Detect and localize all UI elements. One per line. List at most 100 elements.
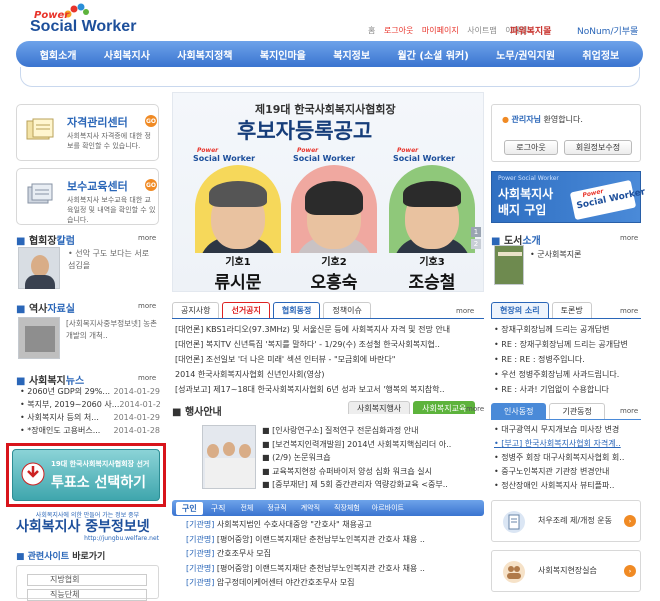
- nav-item-jobs[interactable]: 취업정보: [582, 47, 619, 62]
- events-more-link[interactable]: more: [466, 405, 484, 413]
- professional-org-select[interactable]: 직능단체: [27, 589, 147, 601]
- ordinance-go-icon: ›: [624, 515, 636, 527]
- ordinance-campaign-link[interactable]: 처우조례 제/개정 운동 ›: [491, 500, 641, 542]
- list-item[interactable]: [대언론] 조선일보 '더 나은 미래' 섹션 인터뷰 - "모금회에 바란다": [175, 352, 481, 367]
- history-title[interactable]: ■ 역사자료실: [16, 300, 75, 315]
- tab-fulltime[interactable]: 정규직: [260, 503, 293, 513]
- nav-item-magazine[interactable]: 월간 (소셜 워커): [397, 47, 468, 62]
- tab-election-notice[interactable]: 선거공지: [222, 302, 270, 318]
- edu-go-button[interactable]: GO: [145, 179, 157, 191]
- list-item[interactable]: • 정병주 회장 대구사회복지사협회 회..: [494, 451, 640, 465]
- history-photo[interactable]: [18, 317, 60, 359]
- tab-association-news[interactable]: 협회동정: [272, 302, 321, 318]
- cert-center-title[interactable]: 자격관리센터: [67, 114, 128, 130]
- banner-page-1-button[interactable]: 1: [471, 227, 481, 237]
- list-item[interactable]: ■ [인사랑연구소] 질적연구 전문심화과정 안내: [262, 424, 482, 438]
- edu-center-title[interactable]: 보수교육센터: [67, 178, 128, 194]
- site-logo[interactable]: Social Worker: [30, 18, 136, 36]
- mypage-link[interactable]: 마이페이지: [422, 26, 459, 35]
- table-row[interactable]: [기관명] [평어중앙] 이랜드복지재단 춘천남부노인복지관 간호사 채용 ..: [186, 562, 482, 577]
- logout-link[interactable]: 로그아웃: [384, 26, 413, 35]
- tab-job-seek[interactable]: 구직: [203, 503, 234, 514]
- edit-profile-button[interactable]: 회원정보수정: [564, 140, 632, 155]
- sitemap-link[interactable]: 사이트맵: [467, 26, 496, 35]
- list-item[interactable]: [성과보고] 제17~18대 한국사회복지사협회 6년 성과 보고서 '행복의 …: [175, 382, 481, 397]
- practice-link[interactable]: 사회복지현장실습 ›: [491, 550, 641, 592]
- local-assoc-select[interactable]: 지방협회: [27, 574, 147, 586]
- table-row[interactable]: [기관명] 간호조무사 모집: [186, 547, 482, 562]
- events-photo[interactable]: [202, 425, 256, 489]
- tab-personnel[interactable]: 인사동정: [491, 403, 547, 419]
- tab-part-time[interactable]: 아르바이트: [367, 503, 409, 513]
- list-item[interactable]: • 대구광역시 무지개보습 미사장 변경: [494, 423, 640, 437]
- news-more-link[interactable]: more: [138, 374, 156, 382]
- list-item[interactable]: • 복지부, 2019~2060 사...2014-01-29: [20, 398, 160, 411]
- book-cover[interactable]: [494, 245, 524, 285]
- notice-divider: [172, 318, 484, 319]
- home-link[interactable]: 홈: [368, 26, 375, 35]
- list-item[interactable]: • 장재구회장님께 드리는 공개답변: [494, 322, 640, 337]
- book-item[interactable]: • 군사회복지론: [530, 248, 581, 262]
- list-item[interactable]: ■ (2/9) 논문워크숍: [262, 451, 482, 465]
- list-item[interactable]: [대언론] KBS1라디오(97.3MHz) 및 서울신문 등에 사회복지사 자…: [175, 322, 481, 337]
- table-row[interactable]: [기관명] [평어중앙] 이랜드복지재단 춘천남부노인복지관 간호사 채용 ..: [186, 533, 482, 548]
- tab-contract[interactable]: 계약직: [294, 503, 327, 513]
- hr-more-link[interactable]: more: [620, 407, 638, 415]
- nav-item-info[interactable]: 복지정보: [333, 47, 370, 62]
- notice-tabs: 공지사항 선거공지 협회동정 정책이슈: [172, 302, 374, 318]
- list-item[interactable]: 2014 한국사회복지사협회 신년인사회(영상): [175, 367, 481, 382]
- column-title[interactable]: ■ 협회장칼럼: [16, 232, 75, 247]
- column-more-link[interactable]: more: [138, 234, 156, 242]
- tab-field-voice[interactable]: 현장의 소리: [491, 302, 549, 318]
- tab-job-offer[interactable]: 구인: [176, 501, 203, 515]
- vote-station-button[interactable]: 19대 한국사회복지사협회장 선거 투표소 선택하기: [12, 449, 160, 501]
- welfare-mall-link[interactable]: 파워복지몰: [510, 24, 551, 37]
- list-item[interactable]: • RE : RE : 정병주입니다.: [494, 352, 640, 367]
- nav-item-social-worker[interactable]: 사회복지사: [104, 47, 150, 62]
- tab-welfare-events[interactable]: 사회복지행사: [348, 401, 411, 414]
- banner-page-2-button[interactable]: 2: [471, 239, 481, 249]
- tab-policy-issue[interactable]: 정책이슈: [323, 302, 371, 318]
- tab-work-experience[interactable]: 직장체험: [327, 503, 367, 513]
- list-item[interactable]: ■ 교육복지현장 슈퍼바이저 양성 심화 워크숍 실시: [262, 465, 482, 479]
- list-item[interactable]: • 중구노인복지관 기관장 변경안내: [494, 465, 640, 479]
- list-item[interactable]: ■ [보건복지인력개발원] 2014년 사회복지핵심리더 아..: [262, 438, 482, 452]
- logout-button[interactable]: 로그아웃: [504, 140, 558, 155]
- list-item[interactable]: • RE : 장재구회장님께 드리는 공개답변: [494, 337, 640, 352]
- election-banner[interactable]: 제19대 한국사회복지사협회장 후보자등록공고 Power Social Wor…: [172, 92, 484, 293]
- list-item[interactable]: • *장애인도 고용버스... 2014-01-28: [20, 424, 160, 437]
- books-more-link[interactable]: more: [620, 234, 638, 242]
- voice-more-link[interactable]: more: [620, 307, 638, 315]
- list-item[interactable]: • 2060년 GDP의 29%... 2014-01-29: [20, 385, 160, 398]
- tab-discussion[interactable]: 토론방: [551, 302, 592, 318]
- donation-mall-link[interactable]: NoNum/기부몰: [577, 24, 638, 37]
- nav-item-labor[interactable]: 노무/권익지원: [496, 47, 555, 62]
- list-item[interactable]: • RE : 사과! 기업없이 수용합니다: [494, 382, 640, 397]
- table-row[interactable]: [기관명] 압구정데이케어센터 야간간호조무사 모집: [186, 576, 482, 591]
- edu-center-box[interactable]: 보수교육센터 GO 사회복지사 보수교육 대한 교육일정 및 내역을 확인할 수…: [16, 168, 159, 225]
- nav-item-about[interactable]: 협회소개: [40, 47, 77, 62]
- jobnet-banner[interactable]: 사회복지사에 의한 만들어 가는 정보 중부 사회복지사 중부정보넷 http:…: [16, 510, 159, 542]
- list-item[interactable]: • 사회복지사 등의 처... 2014-01-29: [20, 411, 160, 424]
- history-text[interactable]: [사회복지사중부정보넷] 농촌개발의 개척..: [66, 318, 159, 342]
- list-item[interactable]: • [부고] 한국사회복지사협회 자격계..: [494, 437, 640, 451]
- tab-agency-news[interactable]: 기관동정: [549, 403, 605, 419]
- vote-station-banner[interactable]: 19대 한국사회복지사협회장 선거 투표소 선택하기: [6, 443, 166, 507]
- nav-item-policy[interactable]: 사회복지정책: [177, 47, 232, 62]
- cert-go-button[interactable]: GO: [145, 115, 157, 127]
- list-item[interactable]: ■ [중부재단] 제 5회 중간관리자 역량강화교육 <중부..: [262, 478, 482, 492]
- table-row[interactable]: [기관명] 사회복지법인 수호사대중앙 "간호사" 채용공고: [186, 518, 482, 533]
- column-text[interactable]: • 선악 구도 보다는 서로 섬김을: [68, 248, 158, 272]
- cert-center-box[interactable]: 자격관리센터 GO 사회복지사 자격증에 대한 정보를 확인할 수 있습니다.: [16, 104, 159, 161]
- list-item[interactable]: • 정산장애인 사회복지사 뷰티플파..: [494, 479, 640, 493]
- nav-item-village[interactable]: 복지인마을: [260, 47, 306, 62]
- tab-notice[interactable]: 공지사항: [172, 302, 220, 318]
- tab-all[interactable]: 전체: [233, 503, 260, 513]
- notice-more-link[interactable]: more: [456, 307, 474, 315]
- president-photo[interactable]: [18, 247, 60, 289]
- history-more-link[interactable]: more: [138, 302, 156, 310]
- list-item[interactable]: • 우선 정병주회장님께 사과드립니다.: [494, 367, 640, 382]
- list-item[interactable]: [대언론] 복지TV 신년특집 '복지를 말하다' - 1/29(수) 조성철 …: [175, 337, 481, 352]
- candidate-3-label: 기호3 조승철: [408, 257, 456, 293]
- badge-purchase-banner[interactable]: Power Social Worker 사회복지사 배지 구입 Power So…: [491, 171, 646, 223]
